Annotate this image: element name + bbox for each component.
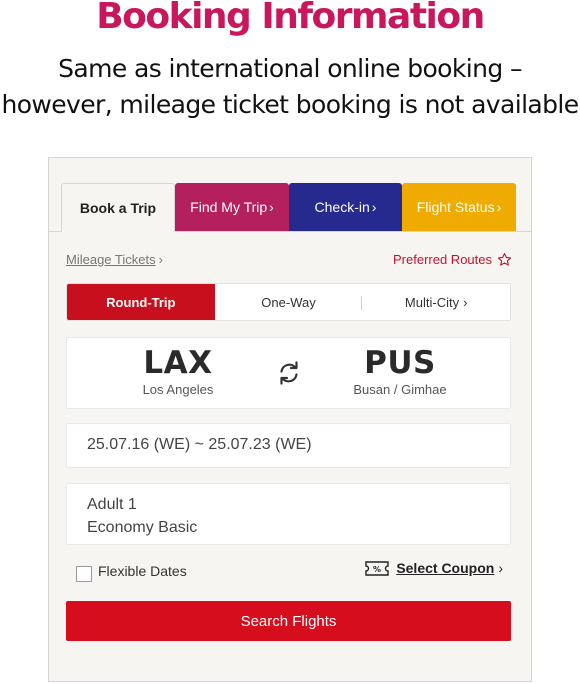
page-subtitle-line1: Same as international online booking – [58,54,522,83]
mileage-tickets-label: Mileage Tickets [66,252,156,267]
departure-city: Los Angeles [142,382,214,397]
chevron-right-icon: › [498,560,503,576]
select-coupon-label: Select Coupon [396,560,495,576]
flexible-dates-label: Flexible Dates [98,563,187,579]
svg-text:%: % [373,565,381,574]
round-trip-label: Round-Trip [106,294,176,310]
chevron-right-icon: › [158,252,163,267]
tab-flight-status[interactable]: Flight Status › [402,183,516,231]
chevron-right-icon: › [463,294,468,310]
cabin-class: Economy Basic [87,519,198,536]
swap-icon[interactable] [275,359,303,387]
flexible-dates-checkbox[interactable] [76,566,92,582]
one-way-label: One-Way [261,294,316,310]
tab-find-my-trip[interactable]: Find My Trip › [175,183,289,231]
trip-type-selector: Round-Trip One-Way Multi-City › [66,283,511,321]
arrival-airport[interactable]: PUS Busan / Gimhae [335,344,465,397]
one-way-option[interactable]: One-Way [215,284,363,320]
tab-label: Book a Trip [79,200,157,216]
chevron-right-icon: › [371,199,377,215]
tab-book-a-trip[interactable]: Book a Trip [61,183,175,232]
arrival-city: Busan / Gimhae [353,382,447,397]
mileage-tickets-link[interactable]: Mileage Tickets › [66,252,163,267]
page-subtitle-line2: however, mileage ticket booking is not a… [1,90,579,119]
passenger-count: Adult 1 [87,496,137,513]
tab-label: Check-in [314,199,370,215]
departure-airport[interactable]: LAX Los Angeles [113,344,243,397]
arrival-code: PUS [364,345,436,381]
star-icon [497,253,512,266]
chevron-right-icon: › [496,199,502,215]
multi-city-option[interactable]: Multi-City › [362,284,510,320]
tab-check-in[interactable]: Check-in › [289,183,402,231]
tab-label: Find My Trip [190,199,268,215]
departure-code: LAX [143,345,213,381]
multi-city-label: Multi-City [404,294,460,310]
coupon-icon: % [365,560,390,576]
preferred-routes-link[interactable]: Preferred Routes [393,252,512,267]
page-headline: Booking Information [96,0,485,37]
round-trip-option[interactable]: Round-Trip [67,284,215,320]
tab-label: Flight Status [416,199,495,215]
passengers-cabin-field[interactable]: Adult 1 Economy Basic [66,483,511,545]
chevron-right-icon: › [269,199,274,215]
preferred-routes-label: Preferred Routes [393,252,492,267]
search-flights-button[interactable]: Search Flights [66,601,511,641]
route-selector: LAX Los Angeles PUS Busan / Gimhae [66,337,511,409]
flexible-dates-option[interactable]: Flexible Dates [76,560,187,582]
select-coupon-link[interactable]: % Select Coupon › [365,560,503,576]
travel-dates-field[interactable]: 25.07.16 (WE) ~ 25.07.23 (WE) [66,423,511,468]
booking-widget: Book a Trip Find My Trip › Check-in › Fl… [48,157,532,682]
